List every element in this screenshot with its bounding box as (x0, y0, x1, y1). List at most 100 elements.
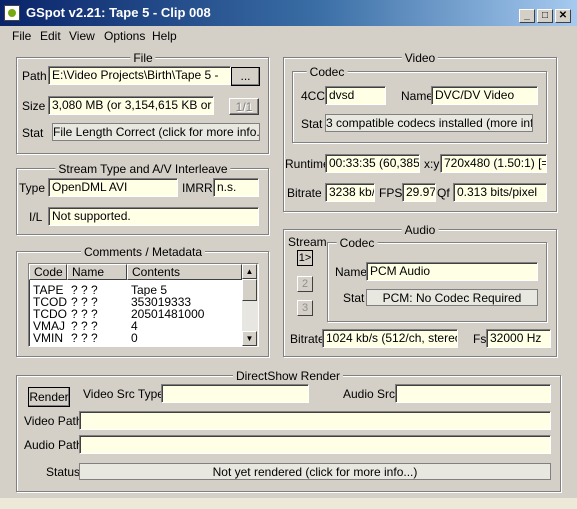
fourcc-field[interactable]: dvsd (325, 86, 386, 105)
audio-codec-title: Codec (336, 236, 378, 250)
row-name: ? ? ? (71, 320, 98, 332)
qf-field[interactable]: 0.313 bits/pixel (453, 183, 547, 202)
row-name: ? ? ? (71, 296, 98, 308)
fs-field[interactable]: 32000 Hz (486, 329, 551, 348)
audio-path-label: Audio Path (24, 438, 83, 452)
directshow-group-title: DirectShow Render (232, 369, 344, 383)
stream-1-button[interactable]: 1> (297, 250, 313, 266)
menu-edit[interactable]: Edit (40, 29, 61, 43)
render-button[interactable]: Render (28, 387, 70, 407)
row-code: VMIN (33, 332, 63, 344)
stream-2-button[interactable]: 2 (297, 276, 313, 292)
scroll-down-icon[interactable]: ▼ (242, 331, 257, 346)
file-group-title: File (130, 51, 156, 65)
audio-codec-group (327, 242, 547, 322)
il-label: I/L (29, 210, 43, 224)
video-stat-label: Stat (301, 117, 323, 131)
status-label: Status (46, 465, 81, 479)
type-field[interactable]: OpenDML AVI (48, 178, 178, 197)
stream-label: Stream (288, 235, 327, 249)
video-name-label: Name (401, 89, 434, 103)
file-stat-button[interactable]: File Length Correct (click for more info… (52, 123, 260, 141)
audio-path-field[interactable] (79, 435, 551, 454)
row-code: TAPE (33, 284, 64, 296)
menu-help[interactable]: Help (152, 29, 177, 43)
menu-bar: File Edit View Options Help (0, 26, 577, 46)
video-bitrate-field[interactable]: 3238 kb/ (325, 183, 375, 202)
path-label: Path (22, 69, 47, 83)
status-button[interactable]: Not yet rendered (click for more info...… (79, 463, 551, 480)
scroll-up-icon[interactable]: ▲ (242, 264, 257, 279)
audio-bitrate-field[interactable]: 1024 kb/s (512/ch, stereo) (322, 329, 458, 348)
audio-bitrate-label: Bitrate (290, 332, 325, 346)
metadata-list-header: Code Name Contents (29, 264, 258, 280)
imrr-field[interactable]: n.s. (213, 178, 259, 197)
row-name: ? ? ? (71, 284, 98, 296)
audio-stat-label: Stat (343, 291, 365, 305)
close-button[interactable]: ✕ (555, 9, 571, 23)
file-stat-label: Stat (22, 126, 44, 140)
xy-label: x:y (424, 157, 440, 171)
runtime-field[interactable]: 00:33:35 (60,385 fr (325, 154, 420, 173)
audio-src-field[interactable] (395, 384, 551, 403)
audio-name-label: Name (335, 265, 368, 279)
maximize-button[interactable]: □ (537, 9, 553, 23)
page-indicator[interactable]: 1/1 (229, 98, 259, 115)
imrr-label: IMRR (182, 181, 213, 195)
stream-type-group-title: Stream Type and A/V Interleave (55, 162, 231, 176)
menu-file[interactable]: File (12, 29, 31, 43)
table-row[interactable]: TAPE ? ? ? Tape 5 (29, 284, 258, 296)
table-row[interactable]: TCOD ? ? ? 353019333 (29, 296, 258, 308)
video-codec-title: Codec (306, 65, 348, 79)
column-name[interactable]: Name (67, 264, 127, 280)
row-contents: 4 (131, 320, 138, 332)
fs-label: Fs (473, 332, 487, 346)
table-row[interactable]: VMAJ ? ? ? 4 (29, 320, 258, 332)
video-path-field[interactable] (79, 411, 551, 430)
audio-stat-button[interactable]: PCM: No Codec Required (366, 289, 538, 306)
comments-group-title: Comments / Metadata (80, 245, 206, 259)
row-code: VMAJ (33, 320, 66, 332)
qf-label: Qf (437, 186, 450, 200)
scroll-thumb[interactable] (242, 279, 257, 301)
video-src-type-label: Video Src Type (83, 387, 164, 401)
size-field[interactable]: 3,080 MB (or 3,154,615 KB or 3,2 (48, 96, 214, 115)
metadata-list[interactable]: Code Name Contents TAPE ? ? ? Tape 5 TCO… (28, 263, 259, 347)
app-icon[interactable] (4, 5, 20, 21)
stream-3-button[interactable]: 3 (297, 300, 313, 316)
row-contents: 0 (131, 332, 138, 344)
table-row[interactable]: VMIN ? ? ? 0 (29, 332, 258, 344)
menu-options[interactable]: Options (104, 29, 145, 43)
audio-src-label: Audio Src (343, 387, 396, 401)
row-code: TCDO (33, 308, 67, 320)
column-code[interactable]: Code (29, 264, 67, 280)
video-name-field[interactable]: DVC/DV Video (431, 86, 538, 105)
video-path-label: Video Path (24, 414, 83, 428)
fps-label: FPS (379, 186, 403, 200)
video-src-type-field[interactable] (161, 384, 309, 403)
fourcc-label: 4CC (301, 89, 326, 103)
browse-button[interactable]: ... (231, 67, 260, 86)
background-window-strip (0, 498, 577, 509)
fps-field[interactable]: 29.97 (402, 183, 436, 202)
minimize-button[interactable]: _ (519, 9, 535, 23)
type-label: Type (19, 181, 46, 195)
table-row[interactable]: TCDO ? ? ? 20501481000 (29, 308, 258, 320)
xy-field[interactable]: 720x480 (1.50:1) [=3: (440, 154, 547, 173)
runtime-label: Runtime (285, 157, 330, 171)
column-contents[interactable]: Contents (127, 264, 242, 280)
row-contents: 353019333 (131, 296, 192, 308)
size-label: Size (22, 99, 46, 113)
title-bar[interactable]: GSpot v2.21: Tape 5 - Clip 008 _ □ ✕ (0, 0, 577, 26)
audio-group-title: Audio (401, 223, 439, 237)
metadata-scrollbar[interactable]: ▲ ▼ (242, 264, 258, 346)
path-field[interactable]: E:\Video Projects\Birth\Tape 5 - (48, 66, 231, 85)
menu-view[interactable]: View (69, 29, 95, 43)
row-name: ? ? ? (71, 332, 98, 344)
row-contents: 20501481000 (131, 308, 205, 320)
il-field[interactable]: Not supported. (48, 207, 259, 226)
video-codec-group (292, 71, 547, 143)
audio-name-field[interactable]: PCM Audio (366, 262, 538, 281)
row-code: TCOD (33, 296, 67, 308)
video-stat-button[interactable]: 3 compatible codecs installed (more info… (325, 114, 533, 132)
